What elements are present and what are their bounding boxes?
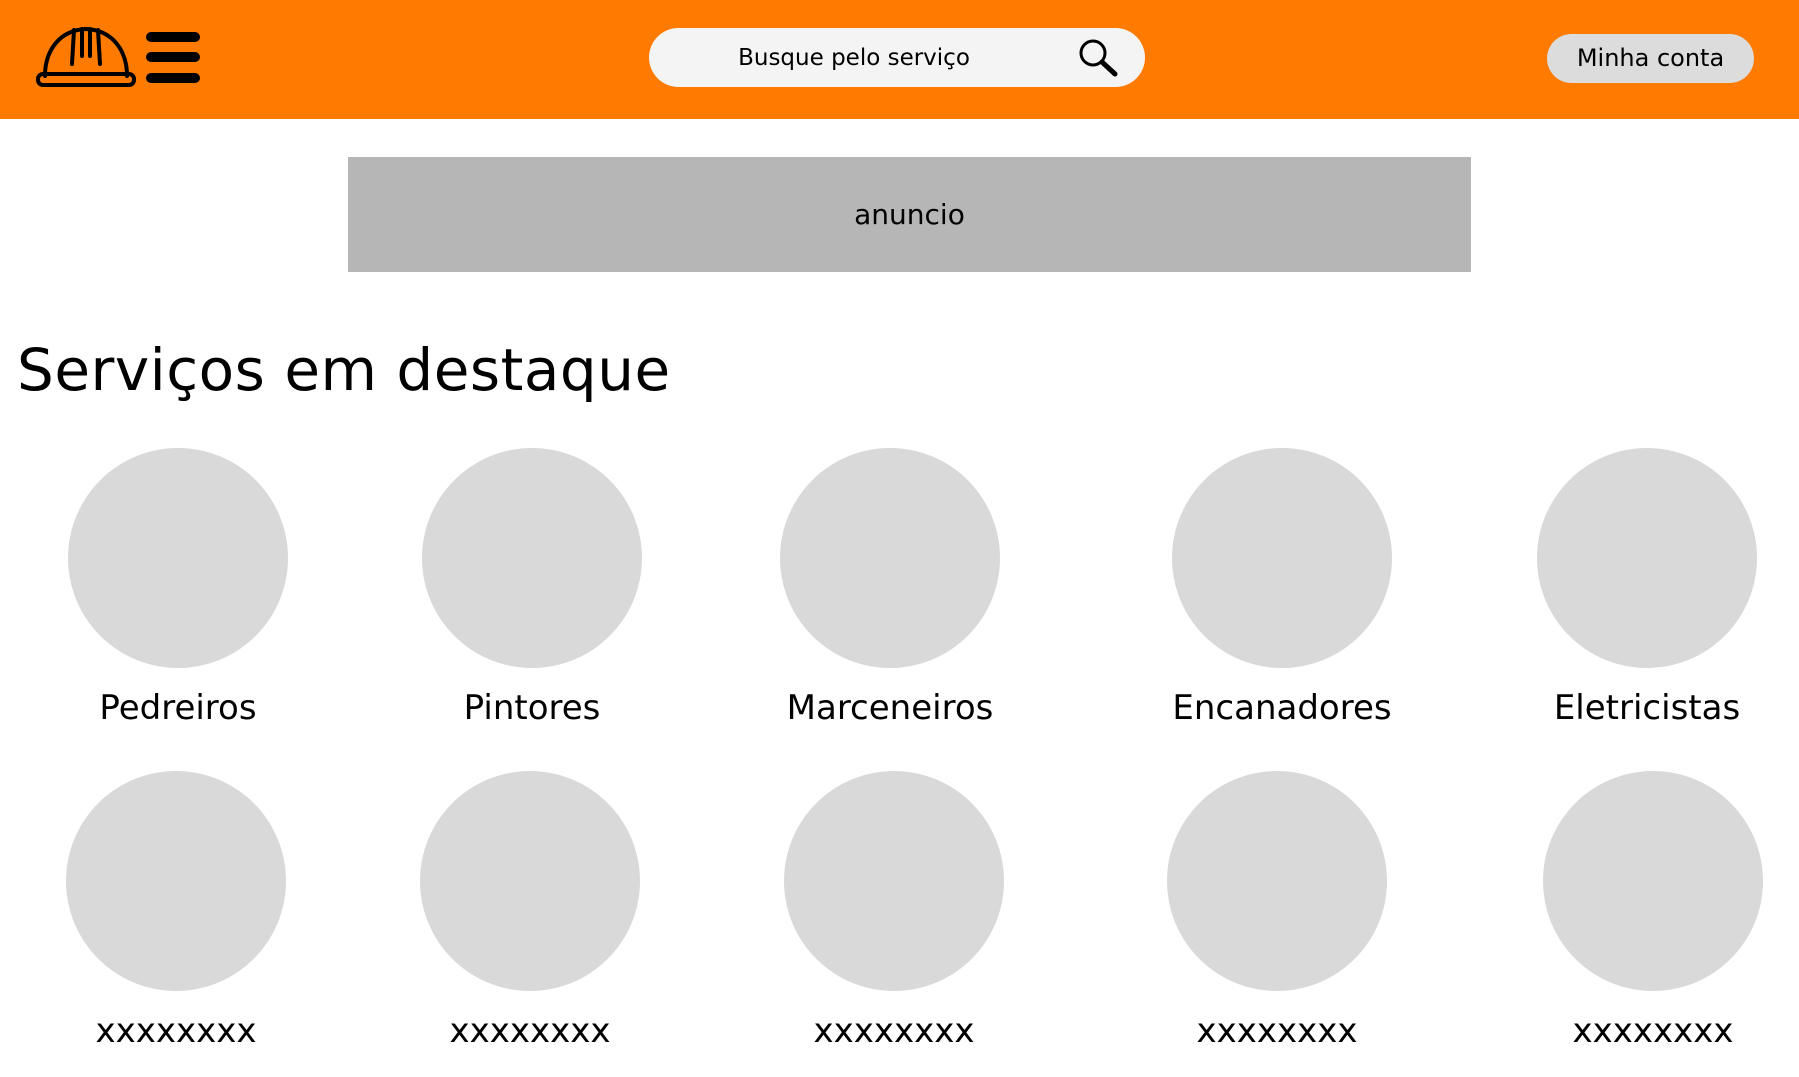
service-image-placeholder [1537,448,1757,668]
service-label: Encanadores [1172,688,1392,728]
service-label: Eletricistas [1553,688,1741,728]
service-card-marceneiros[interactable]: Marceneiros [760,448,1020,748]
hard-hat-icon[interactable] [36,20,136,88]
service-label: Pintores [463,688,601,728]
top-bar: Minha conta [0,0,1799,119]
service-label: Marceneiros [786,688,994,728]
service-label: xxxxxxxx [813,1011,975,1051]
search-input[interactable] [679,28,1029,87]
service-label: xxxxxxxx [1572,1011,1734,1051]
ad-banner[interactable]: anuncio [348,157,1471,272]
service-label: xxxxxxxx [1196,1011,1358,1051]
service-card-pintores[interactable]: Pintores [402,448,662,748]
service-card-encanadores[interactable]: Encanadores [1152,448,1412,748]
service-card[interactable]: xxxxxxxx [400,771,660,1071]
my-account-button[interactable]: Minha conta [1547,34,1754,83]
service-card[interactable]: xxxxxxxx [764,771,1024,1071]
service-card[interactable]: xxxxxxxx [1147,771,1407,1071]
service-image-placeholder [1167,771,1387,991]
service-image-placeholder [784,771,1004,991]
service-image-placeholder [1543,771,1763,991]
menu-bar [146,52,200,62]
service-label: Pedreiros [99,688,257,728]
menu-bar [146,32,200,42]
menu-bar [146,73,200,83]
service-card[interactable]: xxxxxxxx [1523,771,1783,1071]
service-image-placeholder [422,448,642,668]
search-bar [649,28,1145,87]
section-title: Serviços em destaque [17,336,671,404]
service-label: xxxxxxxx [449,1011,611,1051]
service-card-pedreiros[interactable]: Pedreiros [48,448,308,748]
service-label: xxxxxxxx [95,1011,257,1051]
service-image-placeholder [1172,448,1392,668]
service-image-placeholder [66,771,286,991]
service-image-placeholder [420,771,640,991]
service-image-placeholder [780,448,1000,668]
service-card-eletricistas[interactable]: Eletricistas [1517,448,1777,748]
service-card[interactable]: xxxxxxxx [46,771,306,1071]
search-icon[interactable] [1077,37,1121,79]
service-image-placeholder [68,448,288,668]
hamburger-menu-icon[interactable] [146,30,200,84]
